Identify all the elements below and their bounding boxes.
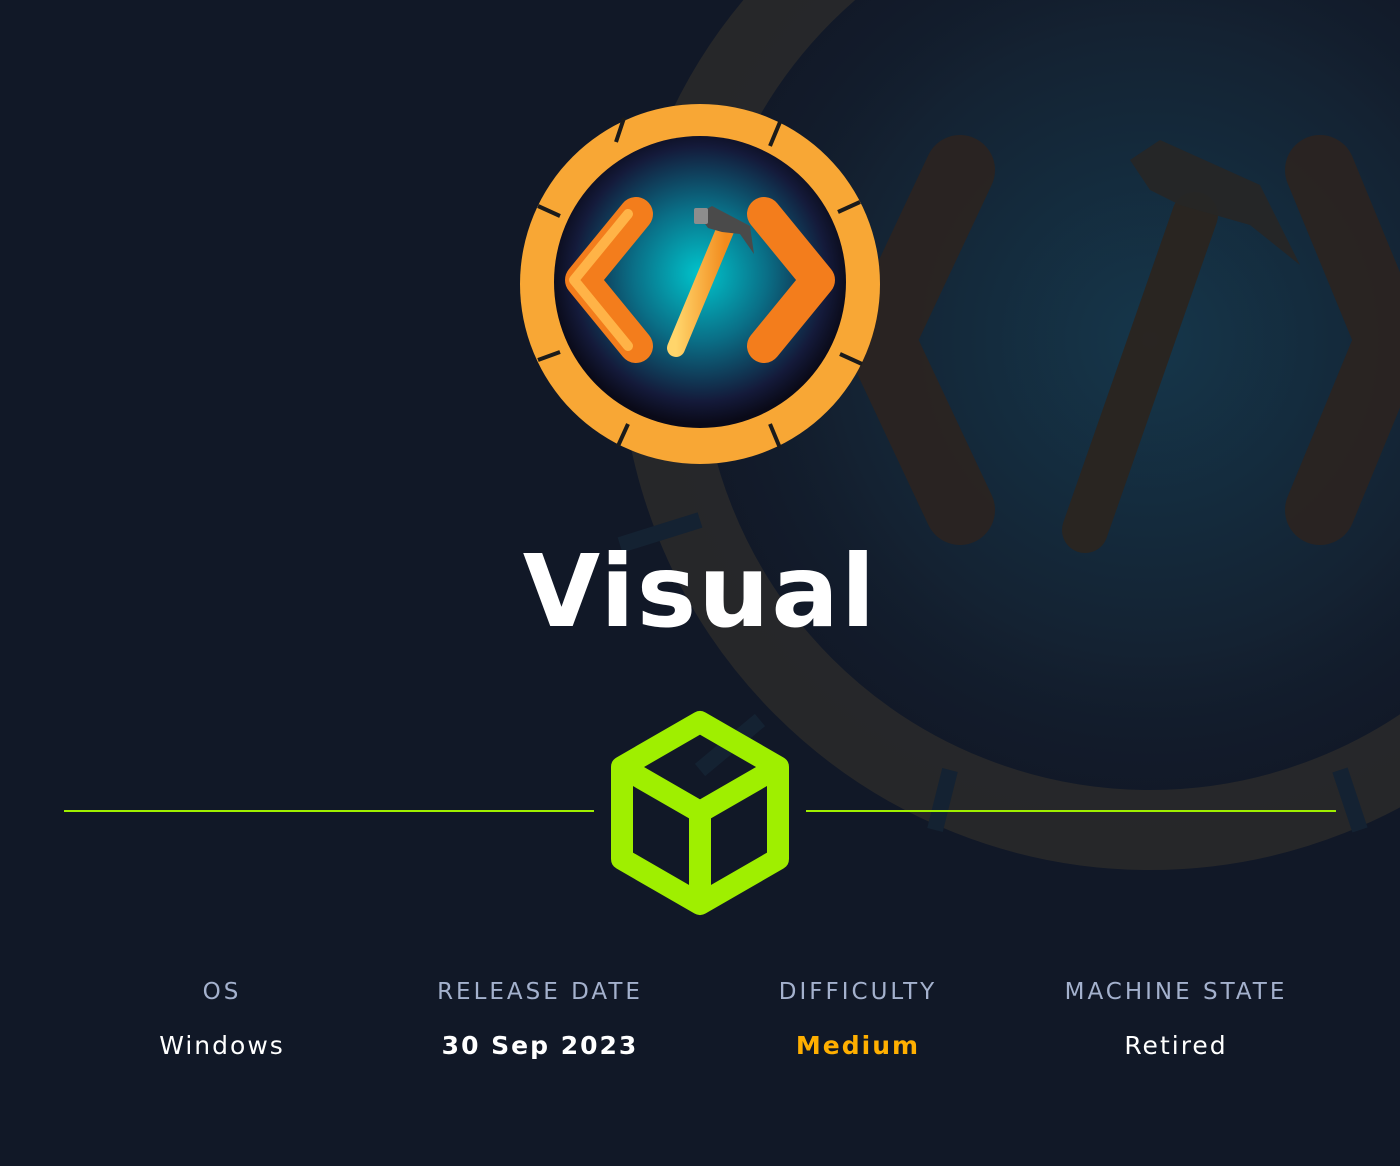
- release-date-label: RELEASE DATE: [437, 979, 643, 1005]
- os-value: Windows: [159, 1031, 285, 1060]
- difficulty-value: Medium: [795, 1031, 921, 1060]
- os-label: OS: [202, 979, 242, 1005]
- difficulty-label: DIFFICULTY: [778, 979, 938, 1005]
- info-difficulty: DIFFICULTY Medium: [728, 975, 988, 1063]
- machine-title: Visual: [522, 533, 878, 650]
- release-date-value: 30 Sep 2023: [441, 1031, 639, 1060]
- divider-line-left: [64, 810, 594, 812]
- info-release-date: RELEASE DATE 30 Sep 2023: [410, 975, 670, 1063]
- cube-icon: [611, 711, 789, 915]
- divider-line-right: [806, 810, 1336, 812]
- info-os: OS Windows: [92, 975, 352, 1063]
- machine-state-value: Retired: [1124, 1031, 1228, 1060]
- machine-state-label: MACHINE STATE: [1064, 979, 1288, 1005]
- machine-logo-icon: [520, 104, 880, 464]
- info-machine-state: MACHINE STATE Retired: [1046, 975, 1306, 1063]
